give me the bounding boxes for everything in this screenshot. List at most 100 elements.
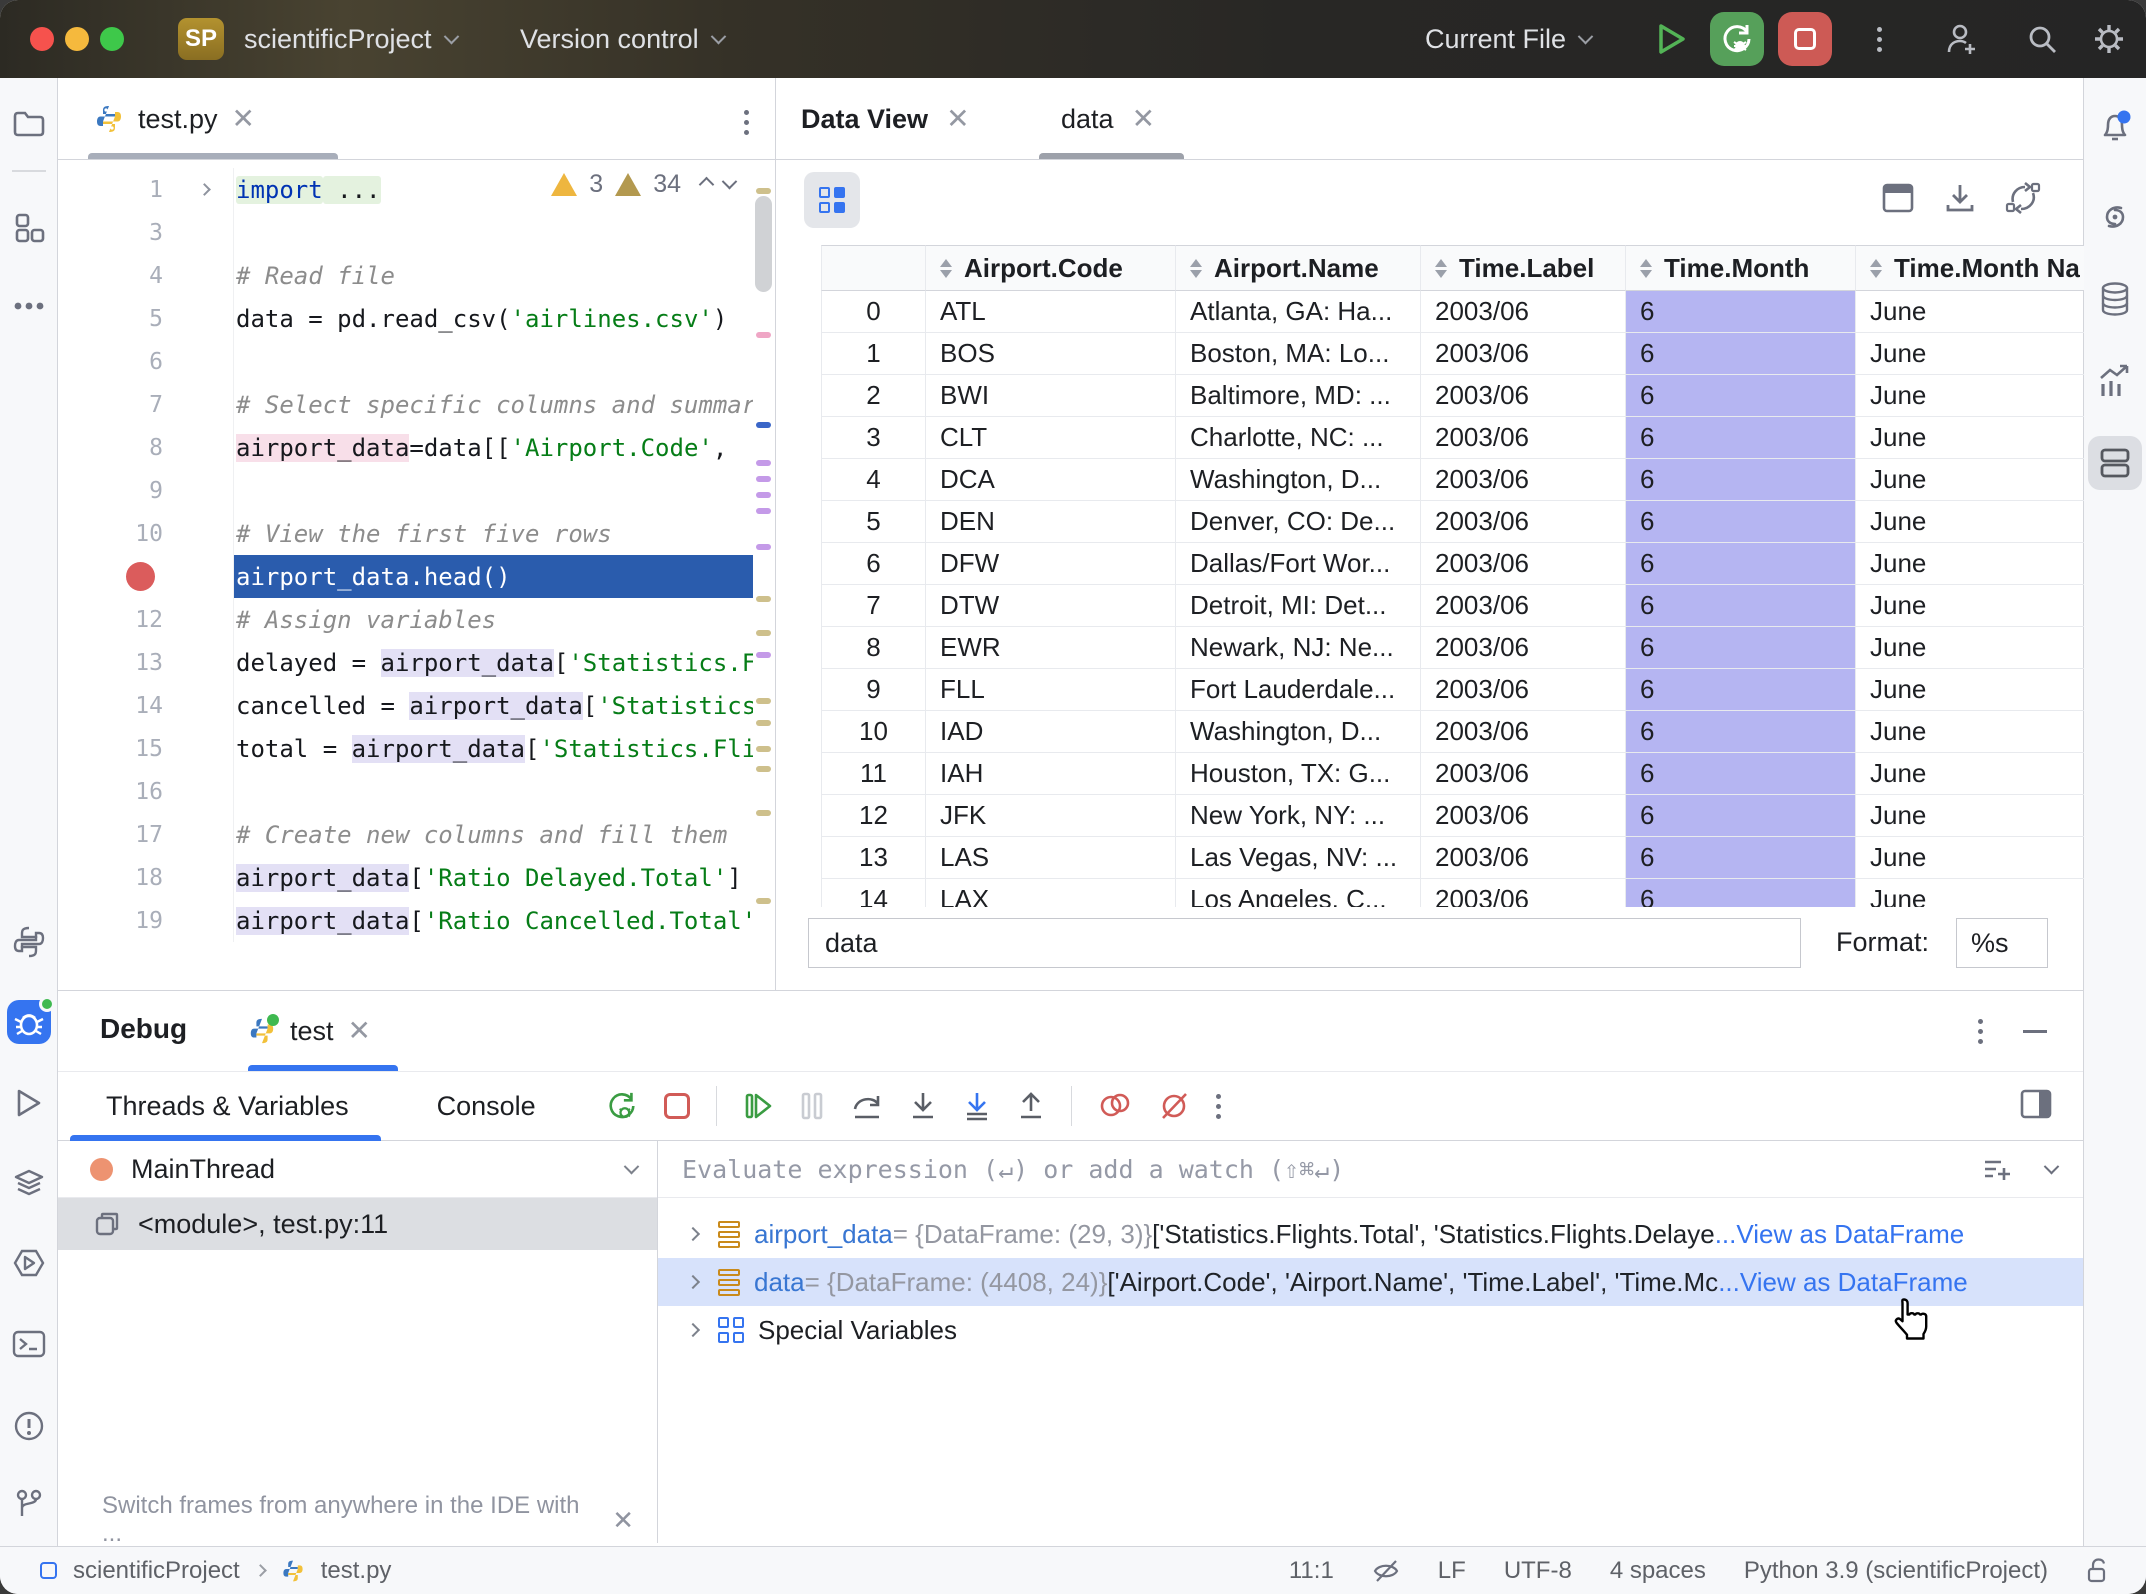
- table-row[interactable]: 6DFWDallas/Fort Wor...2003/066June: [821, 543, 2084, 585]
- table-row[interactable]: 12JFKNew York, NY: ...2003/066June: [821, 795, 2084, 837]
- error-stripe-mark[interactable]: [756, 460, 771, 466]
- debug-tool-button[interactable]: [7, 1000, 51, 1044]
- table-cell[interactable]: DTW: [926, 585, 1176, 627]
- table-row[interactable]: 4DCAWashington, D...2003/066June: [821, 459, 2084, 501]
- close-icon[interactable]: ✕: [1132, 105, 1155, 133]
- code-line[interactable]: airport_data.head(): [58, 555, 775, 598]
- table-cell[interactable]: 2003/06: [1421, 879, 1626, 907]
- table-cell[interactable]: Charlotte, NC: ...: [1176, 417, 1421, 459]
- error-stripe-mark[interactable]: [756, 652, 771, 658]
- variable-name[interactable]: airport_data: [754, 1219, 893, 1250]
- table-cell[interactable]: June: [1856, 291, 2084, 333]
- code-line-text[interactable]: airport_data=data[['Airport.Code',: [233, 426, 775, 469]
- variable-name[interactable]: data: [754, 1267, 805, 1298]
- table-cell[interactable]: June: [1856, 333, 2084, 375]
- code-line[interactable]: 18airport_data['Ratio Delayed.Total']: [58, 856, 775, 899]
- table-cell[interactable]: 1: [821, 333, 926, 375]
- code-line[interactable]: 12# Assign variables: [58, 598, 775, 641]
- code-line-text[interactable]: [233, 770, 775, 813]
- code-line[interactable]: 9: [58, 469, 775, 512]
- table-cell[interactable]: Dallas/Fort Wor...: [1176, 543, 1421, 585]
- format-input[interactable]: [1956, 918, 2048, 968]
- code-line-text[interactable]: delayed = airport_data['Statistics.Fligh…: [233, 641, 775, 684]
- error-stripe-mark[interactable]: [756, 492, 771, 498]
- table-cell[interactable]: DEN: [926, 501, 1176, 543]
- python-packages-tool-button[interactable]: [7, 1241, 51, 1285]
- editor-gutter[interactable]: [58, 555, 233, 598]
- table-cell[interactable]: ATL: [926, 291, 1176, 333]
- code-line-text[interactable]: # Read file: [233, 254, 775, 297]
- table-cell[interactable]: 11: [821, 753, 926, 795]
- table-cell[interactable]: 2003/06: [1421, 669, 1626, 711]
- highlighting-level-icon[interactable]: [1372, 1559, 1400, 1583]
- table-cell[interactable]: Los Angeles, C...: [1176, 879, 1421, 907]
- table-cell[interactable]: 2003/06: [1421, 291, 1626, 333]
- code-line[interactable]: 15total = airport_data['Statistics.Fligh…: [58, 727, 775, 770]
- table-cell[interactable]: 6: [1626, 375, 1856, 417]
- table-cell[interactable]: 6: [821, 543, 926, 585]
- code-line-text[interactable]: [233, 211, 775, 254]
- table-cell[interactable]: 6: [1626, 711, 1856, 753]
- breakpoint-dot[interactable]: [126, 562, 155, 591]
- problems-tool-button[interactable]: [7, 1404, 51, 1448]
- table-cell[interactable]: LAS: [926, 837, 1176, 879]
- table-cell[interactable]: 2003/06: [1421, 627, 1626, 669]
- tab-data-view[interactable]: Data View ✕: [801, 78, 970, 160]
- table-cell[interactable]: Washington, D...: [1176, 459, 1421, 501]
- settings-button[interactable]: [2082, 12, 2136, 66]
- table-row[interactable]: 0ATLAtlanta, GA: Ha...2003/066June: [821, 291, 2084, 333]
- code-editor[interactable]: 1import ...34# Read file5data = pd.read_…: [58, 160, 775, 990]
- table-cell[interactable]: 2003/06: [1421, 375, 1626, 417]
- chevron-right-icon[interactable]: [686, 1323, 700, 1337]
- git-tool-button[interactable]: [7, 1482, 51, 1526]
- code-line[interactable]: 16: [58, 770, 775, 813]
- step-into-icon[interactable]: [909, 1091, 937, 1121]
- table-cell[interactable]: June: [1856, 837, 2084, 879]
- table-cell[interactable]: IAD: [926, 711, 1176, 753]
- table-cell[interactable]: 5: [821, 501, 926, 543]
- sciview-button[interactable]: [2088, 436, 2142, 490]
- lock-icon[interactable]: [2086, 1557, 2110, 1585]
- table-cell[interactable]: 0: [821, 291, 926, 333]
- table-cell[interactable]: June: [1856, 879, 2084, 907]
- code-line[interactable]: 6: [58, 340, 775, 383]
- pause-icon[interactable]: [799, 1091, 825, 1121]
- code-line-text[interactable]: total = airport_data['Statistics.Flights…: [233, 727, 775, 770]
- table-cell[interactable]: June: [1856, 753, 2084, 795]
- editor-gutter[interactable]: 7: [58, 383, 233, 426]
- rerun-debug-icon[interactable]: [606, 1090, 638, 1122]
- table-cell[interactable]: 9: [821, 669, 926, 711]
- editor-gutter[interactable]: 14: [58, 684, 233, 727]
- table-row[interactable]: 10IADWashington, D...2003/066June: [821, 711, 2084, 753]
- editor-error-stripe[interactable]: [753, 160, 775, 990]
- table-cell[interactable]: 2003/06: [1421, 333, 1626, 375]
- terminal-tool-button[interactable]: [7, 1322, 51, 1366]
- table-row[interactable]: 8EWRNewark, NJ: Ne...2003/066June: [821, 627, 2084, 669]
- table-cell[interactable]: 2: [821, 375, 926, 417]
- table-cell[interactable]: 6: [1626, 627, 1856, 669]
- resume-icon[interactable]: [743, 1091, 773, 1121]
- chevron-right-icon[interactable]: [686, 1227, 700, 1241]
- column-header[interactable]: Airport.Code: [926, 245, 1176, 291]
- table-cell[interactable]: Baltimore, MD: ...: [1176, 375, 1421, 417]
- table-cell[interactable]: BOS: [926, 333, 1176, 375]
- table-cell[interactable]: 6: [1626, 585, 1856, 627]
- plots-button[interactable]: [2088, 354, 2142, 408]
- code-line[interactable]: 19airport_data['Ratio Cancelled.Total']: [58, 899, 775, 942]
- sort-icon[interactable]: [940, 259, 952, 278]
- breadcrumb-project[interactable]: scientificProject: [73, 1557, 240, 1585]
- table-cell[interactable]: June: [1856, 585, 2084, 627]
- stop-button[interactable]: [1778, 12, 1832, 66]
- table-cell[interactable]: CLT: [926, 417, 1176, 459]
- mute-breakpoints-icon[interactable]: [1158, 1091, 1190, 1121]
- error-stripe-mark[interactable]: [756, 698, 771, 704]
- variable-row[interactable]: data = {DataFrame: (4408, 24)} ['Airport…: [658, 1258, 2083, 1306]
- error-stripe-mark[interactable]: [756, 332, 771, 338]
- editor-gutter[interactable]: 15: [58, 727, 233, 770]
- view-as-dataframe-link[interactable]: ...View as DataFrame: [1718, 1267, 1968, 1298]
- close-window-button[interactable]: [30, 27, 54, 51]
- editor-gutter[interactable]: 17: [58, 813, 233, 856]
- table-cell[interactable]: DCA: [926, 459, 1176, 501]
- expression-input[interactable]: [808, 918, 1801, 968]
- close-icon[interactable]: ✕: [612, 1505, 634, 1536]
